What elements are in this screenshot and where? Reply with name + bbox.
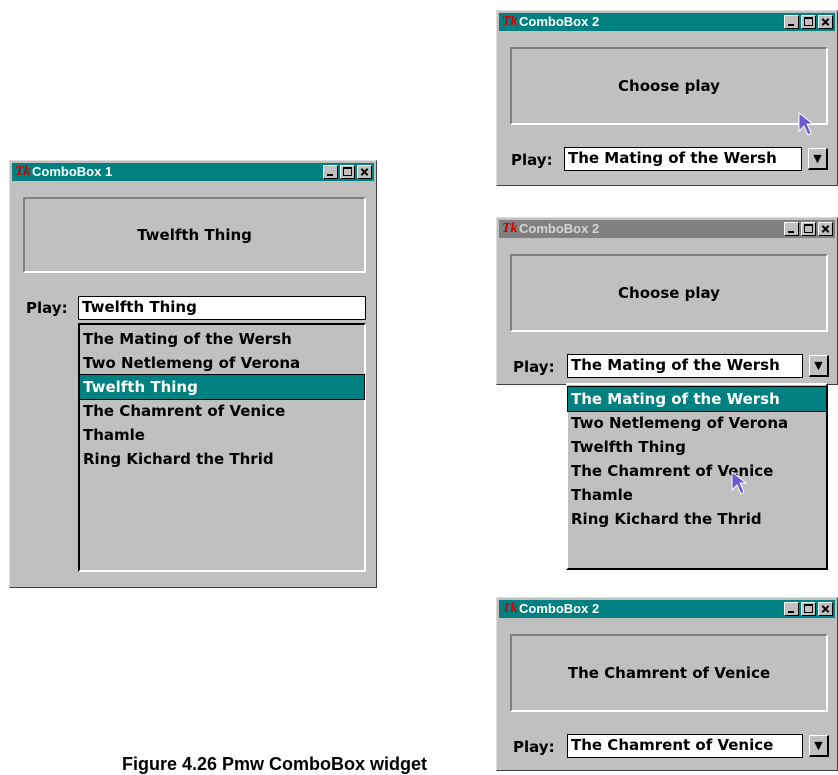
play-label: Play: [511, 151, 553, 169]
combobox2-window-top: Tk ComboBox 2 Choose play Play: The Mati… [496, 10, 838, 186]
minimize-button[interactable] [784, 15, 799, 29]
combobox1-window: Tk ComboBox 1 Twelfth Thing Play: Twelft… [9, 160, 377, 588]
close-button[interactable] [818, 222, 833, 236]
play-entry[interactable]: The Mating of the Wersh [564, 147, 802, 171]
tk-app-icon: Tk [502, 221, 518, 236]
dropdown-arrow-button[interactable]: ▼ [809, 355, 829, 377]
list-item[interactable]: Ring Kichard the Thrid [80, 447, 364, 471]
combobox2-titlebar[interactable]: Tk ComboBox 2 [499, 13, 835, 31]
play-label: Play: [513, 738, 555, 756]
play-entry[interactable]: Twelfth Thing [78, 296, 366, 320]
dropdown-arrow-button[interactable]: ▼ [809, 735, 829, 757]
maximize-button[interactable] [801, 602, 816, 616]
play-listbox[interactable]: The Mating of the Wersh Two Netlemeng of… [78, 323, 366, 572]
maximize-button[interactable] [340, 165, 355, 179]
maximize-button[interactable] [801, 222, 816, 236]
list-item[interactable]: Twelfth Thing [568, 435, 826, 459]
play-entry[interactable]: The Chamrent of Venice [567, 734, 803, 758]
selection-label: Choose play [510, 47, 828, 125]
selection-label: Choose play [510, 254, 828, 332]
chevron-down-icon: ▼ [814, 359, 823, 372]
mouse-pointer-icon [798, 111, 815, 136]
maximize-button[interactable] [801, 15, 816, 29]
list-item[interactable]: Two Netlemeng of Verona [568, 411, 826, 435]
dropdown-listbox[interactable]: The Mating of the Wersh Two Netlemeng of… [566, 383, 828, 570]
chevron-down-icon: ▼ [814, 739, 823, 752]
minimize-button[interactable] [323, 165, 338, 179]
list-item-selected[interactable]: Twelfth Thing [79, 374, 365, 400]
play-entry[interactable]: The Mating of the Wersh [567, 354, 803, 378]
play-label: Play: [513, 358, 555, 376]
mouse-pointer-icon [731, 470, 748, 495]
close-button[interactable] [818, 602, 833, 616]
selection-label: Twelfth Thing [23, 197, 366, 273]
figure-caption: Figure 4.26 Pmw ComboBox widget [122, 754, 428, 774]
window-title: ComboBox 2 [519, 14, 600, 29]
list-item[interactable]: The Mating of the Wersh [80, 327, 364, 351]
minimize-button[interactable] [784, 222, 799, 236]
close-button[interactable] [357, 165, 372, 179]
chevron-down-icon: ▼ [813, 152, 822, 165]
combobox1-titlebar[interactable]: Tk ComboBox 1 [12, 163, 374, 181]
list-item[interactable]: Thamle [80, 423, 364, 447]
selection-label: The Chamrent of Venice [510, 634, 828, 712]
window-title: ComboBox 1 [32, 164, 113, 179]
combobox2-titlebar[interactable]: Tk ComboBox 2 [499, 220, 835, 238]
list-item[interactable]: Two Netlemeng of Verona [80, 351, 364, 375]
close-button[interactable] [818, 15, 833, 29]
list-item[interactable]: The Chamrent of Venice [568, 459, 826, 483]
list-item[interactable]: The Chamrent of Venice [80, 399, 364, 423]
minimize-button[interactable] [784, 602, 799, 616]
list-item[interactable]: Thamle [568, 483, 826, 507]
combobox2-titlebar[interactable]: Tk ComboBox 2 [499, 600, 835, 618]
tk-app-icon: Tk [502, 601, 518, 616]
combobox2-window-bottom: Tk ComboBox 2 The Chamrent of Venice Pla… [496, 597, 838, 771]
list-item[interactable]: Ring Kichard the Thrid [568, 507, 826, 531]
window-title: ComboBox 2 [519, 221, 600, 236]
tk-app-icon: Tk [15, 164, 31, 179]
play-label: Play: [26, 299, 68, 317]
window-title: ComboBox 2 [519, 601, 600, 616]
list-item-selected[interactable]: The Mating of the Wersh [567, 386, 827, 412]
combobox2-window-middle: Tk ComboBox 2 Choose play Play: The Mati… [496, 217, 838, 385]
tk-app-icon: Tk [502, 14, 518, 29]
dropdown-arrow-button[interactable]: ▼ [808, 148, 828, 170]
